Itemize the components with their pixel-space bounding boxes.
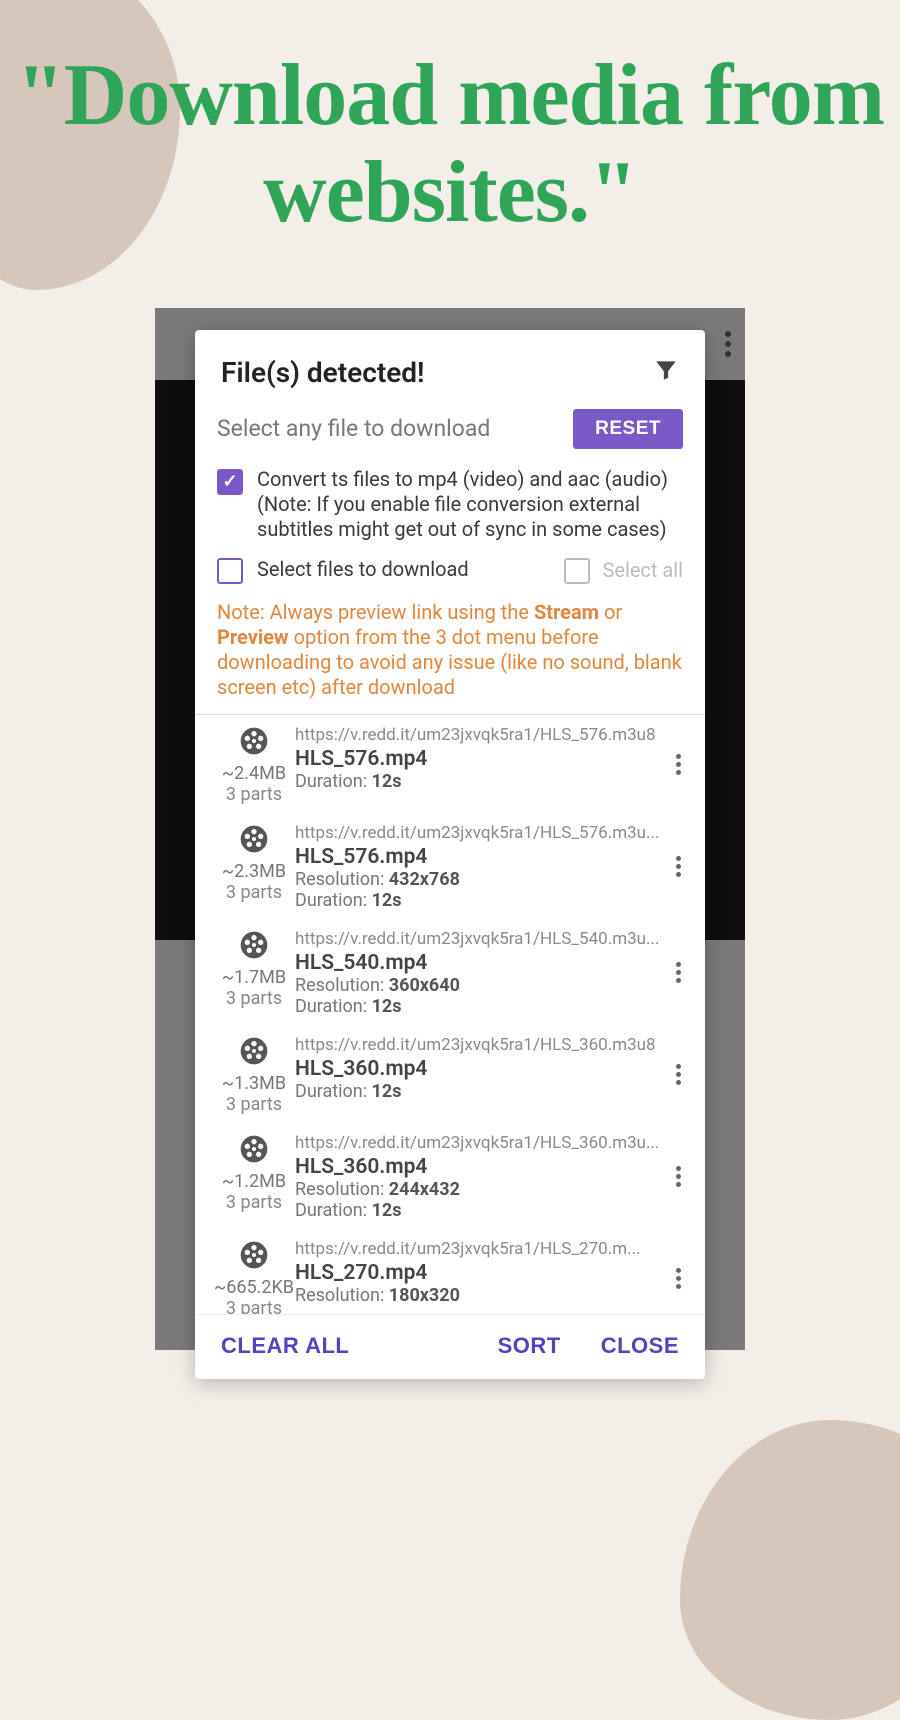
file-duration: Duration: 12s [295,1200,665,1221]
item-menu-icon[interactable] [676,962,681,983]
file-name: HLS_576.mp4 [295,747,665,771]
file-item[interactable]: ~1.7MB 3 parts https://v.redd.it/um23jxv… [195,919,705,1025]
file-item[interactable]: ~2.3MB 3 parts https://v.redd.it/um23jxv… [195,813,705,919]
file-duration: Duration: 12s [295,771,665,792]
file-parts: 3 parts [226,1192,282,1213]
file-url: https://v.redd.it/um23jxvqk5ra1/HLS_360.… [295,1035,665,1055]
convert-option-row[interactable]: Convert ts files to mp4 (video) and aac … [195,463,705,552]
file-resolution: Resolution: 244x432 [295,1179,665,1200]
convert-label: Convert ts files to mp4 (video) and aac … [257,467,683,542]
clear-all-button[interactable]: CLEAR ALL [221,1333,349,1359]
download-modal: File(s) detected! Select any file to dow… [195,330,705,1379]
file-name: HLS_540.mp4 [295,951,665,975]
item-menu-icon[interactable] [676,1268,681,1289]
modal-title: File(s) detected! [221,356,425,389]
film-reel-icon [238,1133,270,1165]
overflow-icon[interactable] [725,331,731,357]
file-item[interactable]: ~2.4MB 3 parts https://v.redd.it/um23jxv… [195,715,705,813]
film-reel-icon [238,1035,270,1067]
file-item[interactable]: ~665.2KB 3 parts https://v.redd.it/um23j… [195,1229,705,1314]
convert-checkbox[interactable] [217,469,243,495]
item-menu-icon[interactable] [676,1166,681,1187]
file-name: HLS_360.mp4 [295,1155,665,1179]
file-duration: Duration: 12s [295,996,665,1017]
select-files-checkbox[interactable] [217,558,243,584]
file-size: ~1.2MB [222,1171,286,1192]
reset-button[interactable]: RESET [573,409,683,449]
modal-subtitle: Select any file to download [217,415,490,442]
file-duration: Duration: 12s [295,1081,665,1102]
close-button[interactable]: CLOSE [601,1333,679,1359]
file-size: ~665.2KB [214,1277,294,1298]
file-url: https://v.redd.it/um23jxvqk5ra1/HLS_540.… [295,929,665,949]
file-parts: 3 parts [226,988,282,1009]
file-parts: 3 parts [226,1298,282,1314]
item-menu-icon[interactable] [676,754,681,775]
file-url: https://v.redd.it/um23jxvqk5ra1/HLS_576.… [295,725,665,745]
file-item[interactable]: ~1.3MB 3 parts https://v.redd.it/um23jxv… [195,1025,705,1123]
select-files-option[interactable]: Select files to download [217,556,469,584]
select-all-checkbox[interactable] [564,558,590,584]
film-reel-icon [238,1239,270,1271]
phone-frame: File(s) detected! Select any file to dow… [155,308,745,1350]
file-size: ~2.4MB [222,763,286,784]
file-duration: Duration: 12s [295,890,665,911]
file-parts: 3 parts [226,1094,282,1115]
bg-blob-bottom-right [680,1420,900,1720]
modal-footer: CLEAR ALL SORT CLOSE [195,1314,705,1379]
filter-icon[interactable] [653,357,679,387]
file-item[interactable]: ~1.2MB 3 parts https://v.redd.it/um23jxv… [195,1123,705,1229]
preview-note: Note: Always preview link using the Stre… [195,596,705,714]
film-reel-icon [238,823,270,855]
file-url: https://v.redd.it/um23jxvqk5ra1/HLS_360.… [295,1133,665,1153]
file-name: HLS_576.mp4 [295,845,665,869]
file-parts: 3 parts [226,784,282,805]
film-reel-icon [238,725,270,757]
select-files-label: Select files to download [257,557,469,582]
file-url: https://v.redd.it/um23jxvqk5ra1/HLS_270.… [295,1239,665,1259]
file-size: ~1.3MB [222,1073,286,1094]
file-list[interactable]: ~2.4MB 3 parts https://v.redd.it/um23jxv… [195,714,705,1314]
file-parts: 3 parts [226,882,282,903]
promo-headline: "Download media from websites." [0,0,900,278]
file-resolution: Resolution: 360x640 [295,975,665,996]
item-menu-icon[interactable] [676,856,681,877]
file-url: https://v.redd.it/um23jxvqk5ra1/HLS_576.… [295,823,665,843]
file-size: ~1.7MB [222,967,286,988]
film-reel-icon [238,929,270,961]
file-size: ~2.3MB [222,861,286,882]
select-all-label: Select all [602,558,683,582]
item-menu-icon[interactable] [676,1064,681,1085]
file-name: HLS_360.mp4 [295,1057,665,1081]
file-name: HLS_270.mp4 [295,1261,665,1285]
sort-button[interactable]: SORT [498,1333,561,1359]
file-resolution: Resolution: 180x320 [295,1285,665,1306]
file-resolution: Resolution: 432x768 [295,869,665,890]
select-all-option[interactable]: Select all [564,556,683,584]
